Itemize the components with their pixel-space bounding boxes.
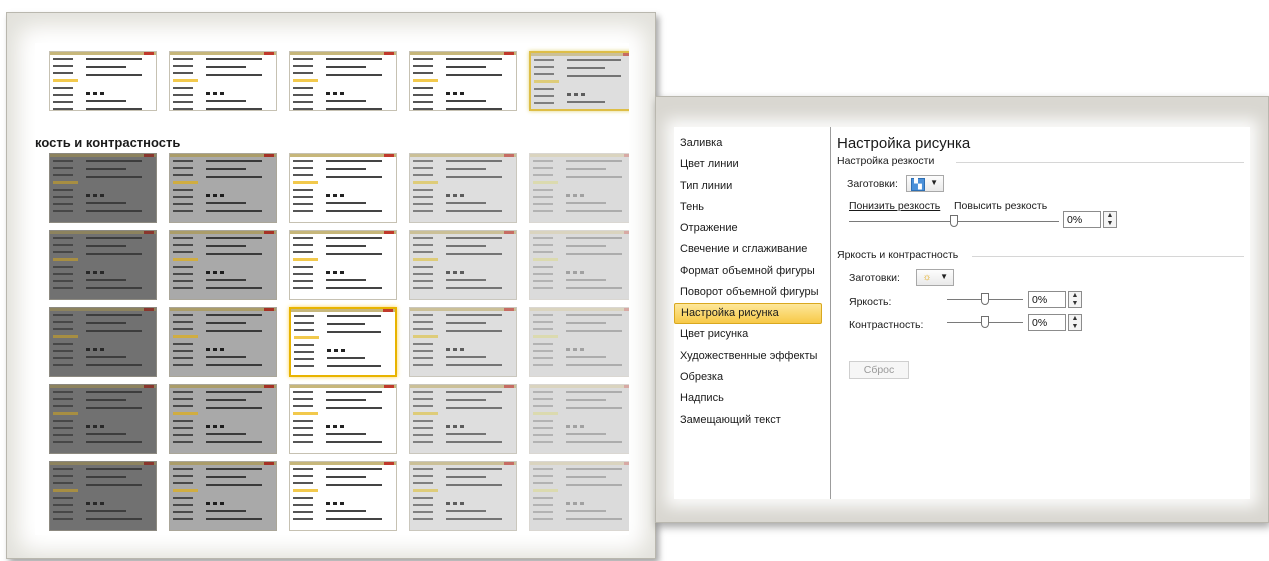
sharpness-presets-label: Заготовки:: [847, 178, 898, 190]
preset-thumbnail[interactable]: [49, 461, 157, 531]
preset-thumbnail[interactable]: [169, 461, 277, 531]
spin-down-icon[interactable]: ▼: [1069, 300, 1081, 308]
spinner-arrows[interactable]: ▲ ▼: [1103, 211, 1117, 228]
sharpness-slider[interactable]: [849, 215, 1059, 229]
preset-thumbnail[interactable]: [529, 307, 629, 377]
preset-thumbnail[interactable]: [169, 307, 277, 377]
preset-thumbnail[interactable]: [169, 153, 277, 223]
brightness-contrast-preset-grid: [49, 153, 629, 535]
preset-thumbnail[interactable]: [409, 51, 517, 111]
slider-thumb[interactable]: [981, 316, 989, 328]
sun-icon: ☼: [922, 272, 932, 283]
category-item-crop[interactable]: Обрезка: [674, 367, 822, 388]
contrast-spinner: ▲ ▼: [1028, 314, 1084, 331]
brightness-label: Яркость:: [849, 296, 892, 308]
brightness-contrast-section-title: Яркость и контрастность: [837, 249, 959, 261]
category-item-line-style[interactable]: Тип линии: [674, 176, 822, 197]
sharpness-preset-icon: ▚: [911, 178, 925, 191]
contrast-label: Контрастность:: [849, 319, 924, 331]
category-item-picture-corrections[interactable]: Настройка рисунка: [674, 303, 822, 325]
sharpness-spinner: ▲ ▼: [1063, 211, 1119, 228]
reset-button[interactable]: Сброс: [849, 361, 909, 379]
preset-thumbnail[interactable]: [289, 51, 397, 111]
category-item-fill[interactable]: Заливка: [674, 133, 822, 154]
category-item-picture-color[interactable]: Цвет рисунка: [674, 324, 822, 345]
preset-thumbnail[interactable]: [49, 153, 157, 223]
gallery-canvas: кость и контрастность: [35, 43, 629, 535]
spin-up-icon[interactable]: ▲: [1104, 212, 1116, 220]
preset-thumbnail[interactable]: [529, 230, 629, 300]
category-list: Заливка Цвет линии Тип линии Тень Отраже…: [674, 133, 822, 431]
preset-thumbnail[interactable]: [169, 384, 277, 454]
preset-thumbnail[interactable]: [289, 384, 397, 454]
soften-label: Понизить резкость: [849, 200, 941, 212]
preset-thumbnail[interactable]: [169, 230, 277, 300]
contrast-value-field[interactable]: [1028, 314, 1066, 331]
preset-thumbnail[interactable]: [289, 461, 397, 531]
sharpness-value-field[interactable]: [1063, 211, 1101, 228]
pane-title: Настройка рисунка: [837, 135, 971, 152]
slider-thumb[interactable]: [950, 215, 958, 227]
category-item-artistic-effects[interactable]: Художественные эффекты: [674, 346, 822, 367]
preset-thumbnail[interactable]: [289, 153, 397, 223]
dialog-body: Заливка Цвет линии Тип линии Тень Отраже…: [674, 127, 1250, 499]
category-item-3d-format[interactable]: Формат объемной фигуры: [674, 261, 822, 282]
spin-down-icon[interactable]: ▼: [1069, 323, 1081, 331]
sharpness-section-title: Настройка резкости: [837, 155, 935, 167]
spin-down-icon[interactable]: ▼: [1104, 220, 1116, 228]
preset-thumbnail[interactable]: [529, 153, 629, 223]
brightness-value-field[interactable]: [1028, 291, 1066, 308]
brightness-contrast-gallery-panel: кость и контрастность: [6, 12, 656, 559]
category-item-line-color[interactable]: Цвет линии: [674, 154, 822, 175]
brightness-spinner: ▲ ▼: [1028, 291, 1084, 308]
preset-thumbnail[interactable]: [529, 51, 629, 111]
category-item-shadow[interactable]: Тень: [674, 197, 822, 218]
preset-thumbnail[interactable]: [49, 384, 157, 454]
gallery-top-row: [49, 51, 629, 113]
section-divider: [972, 256, 1244, 257]
category-item-reflection[interactable]: Отражение: [674, 218, 822, 239]
preset-thumbnail[interactable]: [289, 230, 397, 300]
category-item-3d-rotation[interactable]: Поворот объемной фигуры: [674, 282, 822, 303]
pane-divider: [830, 127, 831, 499]
chevron-down-icon: ▼: [940, 272, 948, 281]
chevron-down-icon: ▼: [930, 178, 938, 187]
preset-thumbnail[interactable]: [409, 384, 517, 454]
brightness-slider[interactable]: [947, 293, 1023, 307]
preset-thumbnail[interactable]: [169, 51, 277, 111]
preset-thumbnail[interactable]: [529, 384, 629, 454]
preset-thumbnail[interactable]: [49, 230, 157, 300]
contrast-slider[interactable]: [947, 316, 1023, 330]
category-item-text-box[interactable]: Надпись: [674, 388, 822, 409]
spinner-arrows[interactable]: ▲ ▼: [1068, 291, 1082, 308]
sharpness-presets-dropdown[interactable]: ▚ ▼: [906, 175, 944, 192]
brightness-presets-label: Заготовки:: [849, 272, 900, 284]
preset-thumbnail[interactable]: [409, 307, 517, 377]
picture-corrections-pane: Настройка рисунка Настройка резкости Заг…: [834, 127, 1250, 499]
category-item-glow-soft-edges[interactable]: Свечение и сглаживание: [674, 239, 822, 260]
preset-thumbnail[interactable]: [49, 51, 157, 111]
preset-thumbnail[interactable]: [289, 307, 397, 377]
preset-thumbnail[interactable]: [409, 461, 517, 531]
category-item-alt-text[interactable]: Замещающий текст: [674, 410, 822, 431]
format-picture-dialog: Заливка Цвет линии Тип линии Тень Отраже…: [655, 96, 1269, 523]
spin-up-icon[interactable]: ▲: [1069, 292, 1081, 300]
brightness-presets-dropdown[interactable]: ☼ ▼: [916, 269, 954, 286]
preset-thumbnail[interactable]: [529, 461, 629, 531]
preset-thumbnail[interactable]: [409, 153, 517, 223]
spin-up-icon[interactable]: ▲: [1069, 315, 1081, 323]
sharpen-label: Повысить резкость: [954, 200, 1048, 212]
preset-thumbnail[interactable]: [49, 307, 157, 377]
gallery-section-title: кость и контрастность: [35, 135, 181, 150]
preset-thumbnail[interactable]: [409, 230, 517, 300]
slider-thumb[interactable]: [981, 293, 989, 305]
spinner-arrows[interactable]: ▲ ▼: [1068, 314, 1082, 331]
section-divider: [956, 162, 1244, 163]
